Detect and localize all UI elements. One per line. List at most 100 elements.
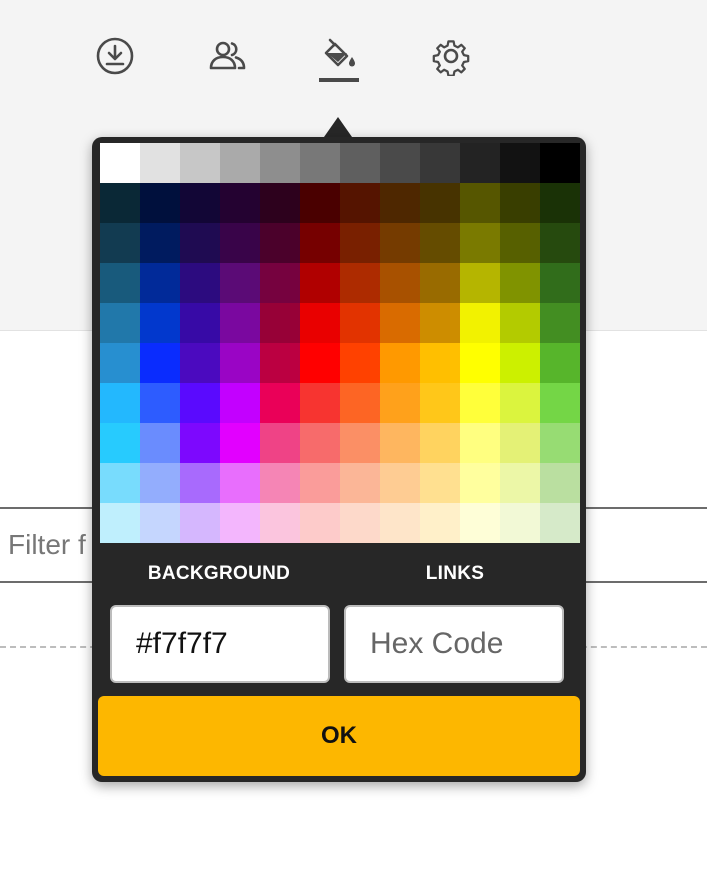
color-swatch[interactable]: [460, 263, 500, 303]
ok-button[interactable]: OK: [98, 696, 580, 776]
color-swatch[interactable]: [140, 343, 180, 383]
color-swatch[interactable]: [140, 303, 180, 343]
color-swatch[interactable]: [380, 263, 420, 303]
color-swatch[interactable]: [420, 463, 460, 503]
color-swatch[interactable]: [260, 423, 300, 463]
color-swatch[interactable]: [540, 343, 580, 383]
color-swatch[interactable]: [220, 383, 260, 423]
color-swatch[interactable]: [500, 343, 540, 383]
color-swatch[interactable]: [380, 343, 420, 383]
color-swatch[interactable]: [380, 383, 420, 423]
color-swatch[interactable]: [500, 423, 540, 463]
color-swatch[interactable]: [260, 343, 300, 383]
color-swatch[interactable]: [300, 503, 340, 543]
color-swatch[interactable]: [340, 503, 380, 543]
color-swatch[interactable]: [100, 383, 140, 423]
color-swatch[interactable]: [460, 503, 500, 543]
paint-bucket-button[interactable]: [317, 34, 361, 78]
users-button[interactable]: [205, 34, 249, 78]
color-swatch[interactable]: [300, 223, 340, 263]
color-swatch[interactable]: [300, 343, 340, 383]
color-swatch[interactable]: [420, 343, 460, 383]
background-hex-input[interactable]: [110, 605, 330, 683]
color-swatch[interactable]: [300, 463, 340, 503]
color-swatch[interactable]: [180, 223, 220, 263]
color-swatch[interactable]: [540, 183, 580, 223]
color-swatch[interactable]: [140, 263, 180, 303]
color-swatch[interactable]: [140, 383, 180, 423]
color-swatch[interactable]: [180, 463, 220, 503]
color-swatch[interactable]: [380, 303, 420, 343]
color-swatch[interactable]: [220, 343, 260, 383]
color-swatch[interactable]: [500, 463, 540, 503]
color-swatch[interactable]: [100, 503, 140, 543]
color-swatch[interactable]: [220, 503, 260, 543]
color-swatch[interactable]: [220, 183, 260, 223]
color-swatch[interactable]: [140, 463, 180, 503]
color-swatch[interactable]: [100, 423, 140, 463]
color-swatch[interactable]: [180, 303, 220, 343]
color-swatch[interactable]: [540, 503, 580, 543]
color-swatch[interactable]: [500, 223, 540, 263]
color-swatch[interactable]: [180, 183, 220, 223]
color-swatch[interactable]: [500, 183, 540, 223]
color-swatch[interactable]: [220, 223, 260, 263]
color-swatch[interactable]: [140, 223, 180, 263]
color-swatch[interactable]: [220, 423, 260, 463]
color-swatch[interactable]: [140, 143, 180, 183]
color-swatch[interactable]: [500, 503, 540, 543]
color-swatch[interactable]: [180, 423, 220, 463]
color-swatch[interactable]: [260, 143, 300, 183]
color-swatch[interactable]: [540, 463, 580, 503]
color-swatch[interactable]: [380, 503, 420, 543]
color-swatch[interactable]: [420, 223, 460, 263]
color-swatch[interactable]: [100, 343, 140, 383]
color-swatch[interactable]: [140, 423, 180, 463]
color-swatch[interactable]: [260, 263, 300, 303]
color-swatch[interactable]: [340, 383, 380, 423]
color-swatch[interactable]: [420, 183, 460, 223]
color-swatch[interactable]: [380, 423, 420, 463]
color-swatch[interactable]: [260, 223, 300, 263]
color-swatch[interactable]: [300, 263, 340, 303]
color-swatch[interactable]: [500, 303, 540, 343]
color-swatch[interactable]: [420, 143, 460, 183]
color-swatch[interactable]: [340, 183, 380, 223]
color-swatch[interactable]: [460, 423, 500, 463]
color-swatch[interactable]: [420, 383, 460, 423]
color-swatch[interactable]: [500, 143, 540, 183]
color-swatch[interactable]: [460, 303, 500, 343]
color-swatch[interactable]: [460, 343, 500, 383]
download-button[interactable]: [93, 34, 137, 78]
color-swatch[interactable]: [340, 303, 380, 343]
color-swatch[interactable]: [340, 223, 380, 263]
color-swatch[interactable]: [180, 143, 220, 183]
color-swatch[interactable]: [180, 503, 220, 543]
color-swatch[interactable]: [340, 463, 380, 503]
color-swatch[interactable]: [100, 263, 140, 303]
color-swatch[interactable]: [100, 223, 140, 263]
color-swatch[interactable]: [460, 183, 500, 223]
color-swatch[interactable]: [140, 183, 180, 223]
color-swatch[interactable]: [220, 263, 260, 303]
color-swatch[interactable]: [220, 143, 260, 183]
color-swatch[interactable]: [500, 383, 540, 423]
links-hex-input[interactable]: [344, 605, 564, 683]
color-swatch[interactable]: [380, 223, 420, 263]
color-swatch[interactable]: [100, 463, 140, 503]
color-swatch[interactable]: [420, 423, 460, 463]
color-swatch[interactable]: [260, 303, 300, 343]
color-swatch[interactable]: [540, 303, 580, 343]
color-swatch[interactable]: [300, 143, 340, 183]
color-swatch[interactable]: [420, 263, 460, 303]
color-swatch[interactable]: [100, 183, 140, 223]
color-swatch[interactable]: [340, 263, 380, 303]
color-swatch[interactable]: [260, 183, 300, 223]
color-swatch[interactable]: [460, 143, 500, 183]
color-swatch[interactable]: [460, 223, 500, 263]
color-swatch[interactable]: [460, 463, 500, 503]
color-swatch[interactable]: [220, 463, 260, 503]
color-swatch[interactable]: [180, 263, 220, 303]
color-swatch[interactable]: [300, 383, 340, 423]
color-swatch[interactable]: [260, 383, 300, 423]
